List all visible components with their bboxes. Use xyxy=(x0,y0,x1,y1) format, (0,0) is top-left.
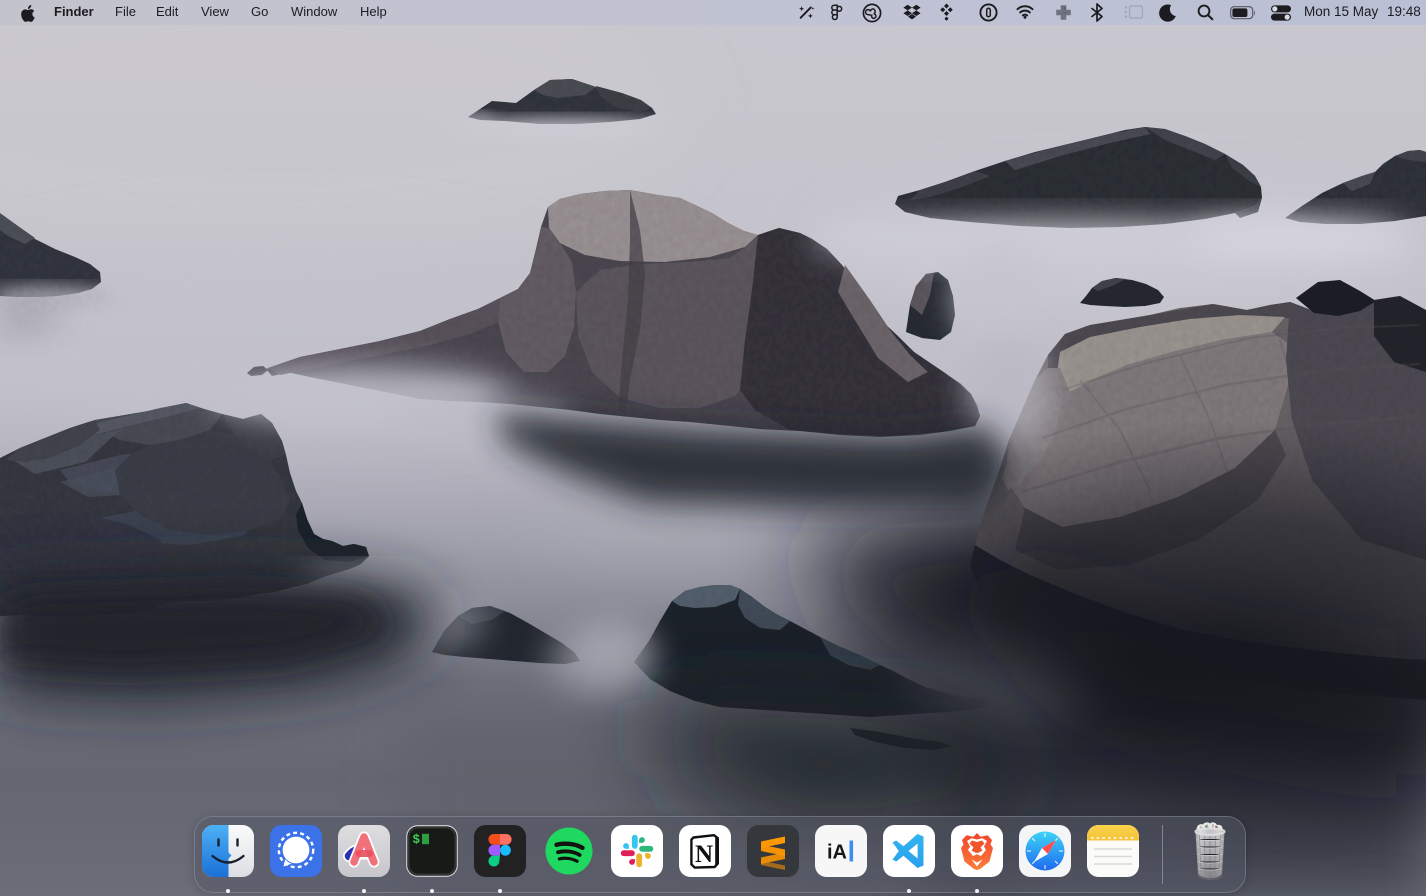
svg-text:iA: iA xyxy=(827,842,847,864)
svg-text:N: N xyxy=(695,841,713,868)
svg-text:$: $ xyxy=(413,833,421,847)
